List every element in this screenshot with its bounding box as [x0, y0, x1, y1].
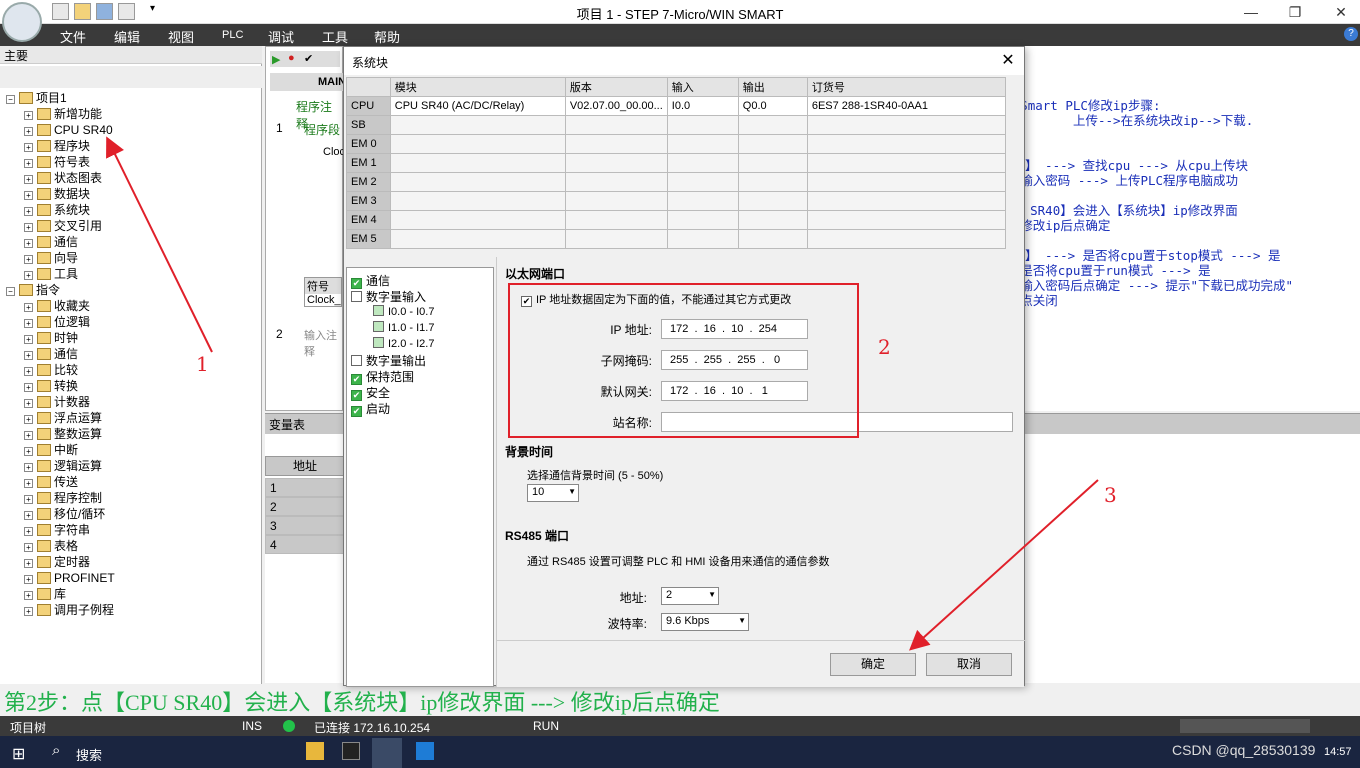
annotation-number-3: 3: [1104, 483, 1117, 507]
arrow-3: [909, 479, 1099, 651]
status-ins: INS: [242, 719, 263, 733]
arrow-1: [106, 136, 213, 353]
video-caption: 第2步：点【CPU SR40】会进入【系统块】ip修改界面 ---> 修改ip后…: [4, 690, 720, 715]
terminal-icon[interactable]: [342, 742, 360, 760]
step7-taskbar-icon[interactable]: [372, 738, 402, 768]
annotation-number-2: 2: [878, 335, 891, 359]
status-connection: 已连接 172.16.10.254: [314, 721, 431, 735]
annotation-arrows: [106, 136, 1099, 651]
zoom-slider[interactable]: [1180, 719, 1310, 733]
annotation-number-1: 1: [196, 352, 209, 376]
watermark: CSDN @qq_28530139: [1172, 742, 1316, 758]
windows-start-icon[interactable]: ⊞: [12, 744, 25, 764]
status-run: RUN: [533, 719, 559, 733]
app-logo[interactable]: [2, 2, 42, 42]
status-bar: 项目树 INS 已连接 172.16.10.254 RUN: [0, 716, 1360, 736]
search-icon[interactable]: ⌕: [52, 742, 60, 759]
taskbar-search-label[interactable]: 搜索: [76, 745, 102, 764]
connection-status-icon: [283, 720, 295, 732]
clock: 14:57: [1324, 746, 1352, 758]
taskbar: ⊞ ⌕ 搜索 CSDN @qq_28530139 14:57: [0, 736, 1360, 768]
status-project-tree[interactable]: 项目树: [10, 719, 46, 736]
app-taskbar-icon[interactable]: [416, 742, 434, 760]
file-explorer-icon[interactable]: [306, 742, 324, 760]
